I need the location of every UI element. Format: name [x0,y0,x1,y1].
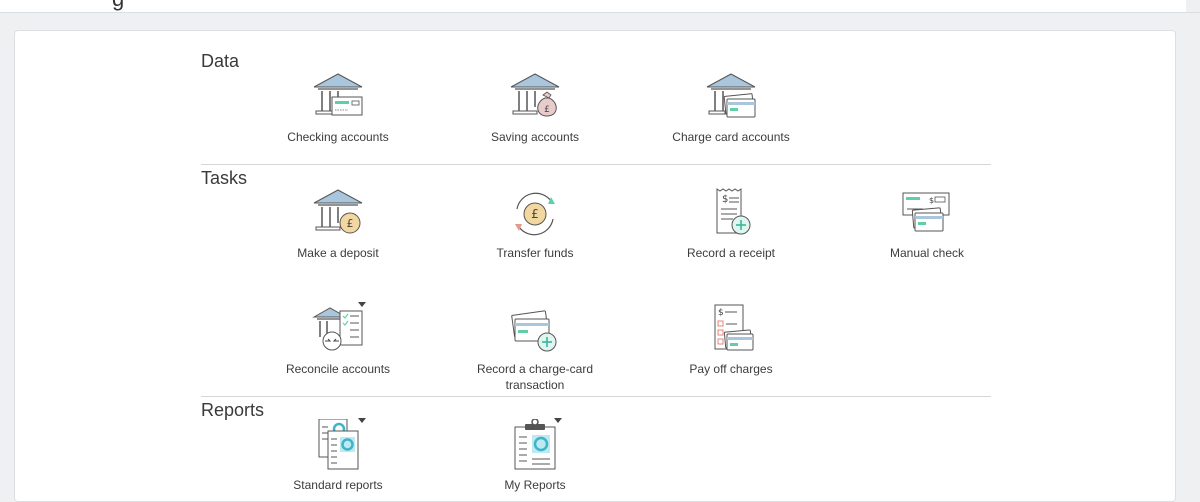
checking-accounts-tile[interactable]: Checking accounts [268,71,408,145]
section-divider [201,164,991,165]
clipboard-report-icon [514,419,556,470]
my-reports-dropdown-caret[interactable] [554,418,562,423]
record-charge-card-tile[interactable]: Record a charge-card transaction [465,303,605,393]
pay-off-charges-tile[interactable]: $ Pay off charges [661,303,801,377]
reports-icon [318,419,359,470]
tile-label: Make a deposit [297,246,379,260]
svg-text:£: £ [544,105,550,115]
tile-label: Record a receipt [686,246,776,260]
svg-text:$: $ [929,196,934,205]
tile-label: Pay off charges [689,362,773,376]
saving-accounts-tile[interactable]: £ Saving accounts [465,71,605,145]
page-title: g [112,0,124,12]
svg-text:£: £ [347,217,354,230]
svg-text:£: £ [531,207,539,221]
reconcile-dropdown-caret[interactable] [358,302,366,307]
section-title-reports: Reports [201,400,265,420]
my-reports-tile[interactable]: My Reports [465,419,605,493]
header-strip: g [0,0,1200,13]
check-card-icon: $ [902,192,950,232]
make-deposit-tile[interactable]: £ Make a deposit [268,187,408,261]
tile-label: Record a charge-card transaction [476,362,594,392]
bank-check-icon [313,73,363,116]
tile-label: Transfer funds [496,246,574,260]
tile-label: Standard reports [293,478,383,492]
svg-text:$: $ [718,308,724,318]
tile-label: Saving accounts [490,130,580,144]
reconcile-accounts-tile[interactable]: Reconcile accounts [268,303,408,377]
tile-label: Checking accounts [287,130,389,144]
tile-label: Manual check [889,246,965,260]
receipt-plus-icon: $ [716,188,751,235]
banking-panel: Data Checking accounts £ Saving accounts… [14,30,1176,502]
section-divider [201,396,991,397]
standard-reports-tile[interactable]: Standard reports [268,419,408,493]
section-title-tasks: Tasks [201,168,248,188]
svg-text:$: $ [722,194,728,205]
reconcile-icon [312,307,363,351]
charge-card-accounts-tile[interactable]: Charge card accounts [661,71,801,145]
section-title-data: Data [201,51,240,71]
record-receipt-tile[interactable]: $ Record a receipt [661,187,801,261]
tile-label: Reconcile accounts [285,362,391,376]
bank-pound-icon: £ [313,189,363,234]
standard-reports-dropdown-caret[interactable] [358,418,366,423]
checklist-card-icon: $ [714,304,754,351]
bank-card-icon [706,73,756,118]
bank-moneybag-icon: £ [510,73,560,117]
tile-label: My Reports [504,478,566,492]
card-plus-icon [511,310,557,352]
header-edge [1186,0,1200,12]
manual-check-tile[interactable]: $ Manual check [857,187,997,261]
pound-cycle-icon: £ [515,192,555,236]
tile-label: Charge card accounts [672,130,790,144]
transfer-funds-tile[interactable]: £ Transfer funds [465,187,605,261]
